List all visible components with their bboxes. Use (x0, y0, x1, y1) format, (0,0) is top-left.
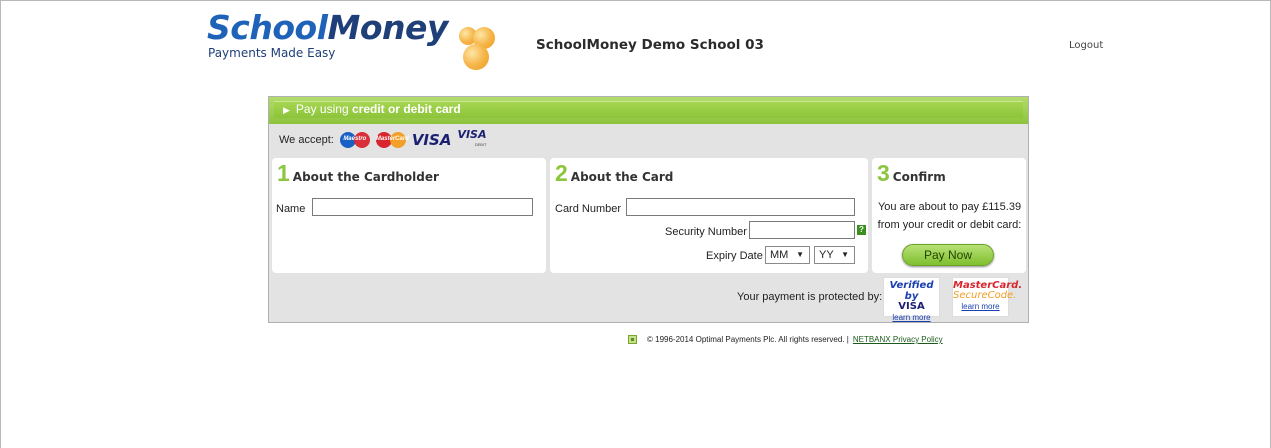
maestro-logo-icon: Maestro (339, 132, 370, 148)
school-name: SchoolMoney Demo School 03 (536, 37, 764, 53)
card-number-label: Card Number (555, 203, 622, 215)
payment-method-header[interactable]: ▶ Pay using credit or debit card (274, 101, 1023, 118)
payment-method-label: credit or debit card (351, 102, 461, 116)
mastercard-securecode-badge: MasterCard. SecureCode. learn more (952, 277, 1022, 317)
visa-debit-logo-icon: VISA DEBIT (457, 128, 487, 147)
step-number: 2 (555, 160, 568, 186)
expiry-year-value: YY (819, 249, 834, 261)
accepted-cards-row: We accept: Maestro MasterCard VISA VISA … (279, 128, 487, 150)
confirm-section: 3 Confirm You are about to pay £115.39 f… (872, 158, 1026, 273)
verified-by-visa-badge: Verified by VISA learn more (883, 277, 940, 322)
step-number: 1 (277, 160, 290, 186)
payment-protection-text: Your payment is protected by: (737, 291, 883, 303)
section-title: About the Card (570, 170, 674, 184)
card-section: 2 About the Card Card Number Security Nu… (550, 158, 868, 273)
logout-link[interactable]: Logout (1069, 40, 1103, 51)
payment-method-bar: ▶ Pay using credit or debit card (269, 97, 1028, 124)
expiry-date-label: Expiry Date (706, 250, 763, 262)
visa-logo-icon: VISA (411, 131, 452, 149)
verified-by-visa-brand: VISA (898, 301, 925, 312)
section-title: Confirm (892, 170, 946, 184)
name-input[interactable] (312, 198, 533, 216)
logo-word-money: Money (327, 8, 448, 47)
logo-word-school: School (207, 8, 328, 47)
name-label: Name (276, 203, 306, 215)
pay-using-label: Pay using (295, 102, 349, 116)
dropdown-arrow-icon: ▼ (841, 250, 849, 259)
verified-by-visa-logo: Verified by (889, 280, 934, 302)
step-number: 3 (877, 160, 890, 186)
play-arrow-icon: ▶ (283, 105, 290, 115)
schoolmoney-logo: SchoolMoney Payments Made Easy (207, 10, 507, 74)
pay-now-button[interactable]: Pay Now (902, 244, 994, 266)
maestro-logo-text: Maestro (343, 136, 367, 142)
help-icon[interactable]: ? (857, 225, 866, 235)
card-number-input[interactable] (626, 198, 855, 216)
amount-to-pay-text: You are about to pay £115.39 (877, 201, 1022, 213)
we-accept-label: We accept: (279, 134, 334, 146)
privacy-policy-link[interactable]: NETBANX Privacy Policy (853, 335, 943, 344)
mastercard-securecode-brand: SecureCode. (953, 290, 1017, 301)
dropdown-arrow-icon: ▼ (796, 250, 804, 259)
security-number-label: Security Number (665, 226, 747, 238)
expiry-month-value: MM (770, 249, 789, 261)
footer: © 1996-2014 Optimal Payments Plc. All ri… (628, 335, 943, 344)
mastercard-logo-text: MasterCard (375, 136, 409, 142)
section-title: About the Cardholder (292, 170, 439, 184)
verified-by-visa-learn-more-link[interactable]: learn more (884, 312, 939, 324)
cardholder-section: 1 About the Cardholder Name (272, 158, 546, 273)
copyright-text: © 1996-2014 Optimal Payments Plc. All ri… (647, 335, 849, 344)
expiry-year-select[interactable]: YY ▼ (814, 246, 855, 264)
logo-tagline: Payments Made Easy (208, 46, 336, 60)
mastercard-logo-icon: MasterCard (375, 132, 409, 148)
coin-icon (463, 44, 489, 70)
expiry-month-select[interactable]: MM ▼ (765, 246, 810, 264)
payment-panel: ▶ Pay using credit or debit card We accep… (268, 96, 1029, 323)
netbanx-icon (628, 335, 637, 344)
mastercard-securecode-learn-more-link[interactable]: learn more (953, 301, 1008, 313)
payment-source-text: from your credit or debit card: (877, 219, 1022, 231)
security-number-input[interactable] (749, 221, 855, 239)
